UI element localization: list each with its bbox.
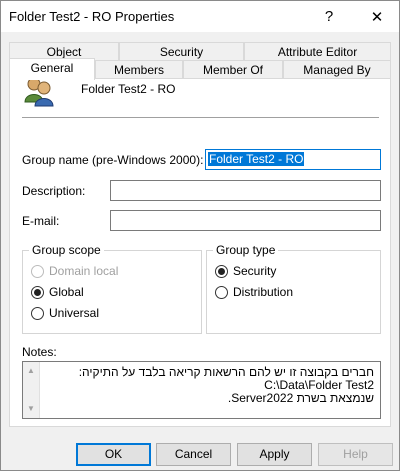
separator <box>22 117 379 118</box>
group-type-title: Group type <box>213 243 279 257</box>
notes-scrollbar[interactable]: ▲ ▼ <box>23 362 40 418</box>
notes-textarea[interactable]: ▲ ▼ חברים בקבוצה זו יש להם הרשאות קריאה … <box>22 361 381 419</box>
scroll-up-icon[interactable]: ▲ <box>27 366 35 375</box>
description-label: Description: <box>22 184 86 198</box>
radio-universal[interactable]: Universal <box>31 305 99 321</box>
cancel-button[interactable]: Cancel <box>156 443 231 466</box>
radio-global[interactable]: Global <box>31 284 84 300</box>
tab-attribute-editor[interactable]: Attribute Editor <box>244 42 391 62</box>
tab-member-of[interactable]: Member Of <box>183 60 283 80</box>
group-scope-title: Group scope <box>29 243 104 257</box>
group-display-name: Folder Test2 - RO <box>81 82 176 96</box>
radio-distribution-label: Distribution <box>233 285 294 299</box>
radio-security-circle[interactable] <box>215 264 228 278</box>
tab-members[interactable]: Members <box>95 60 183 80</box>
close-button[interactable]: ✕ <box>355 1 399 32</box>
email-input[interactable] <box>110 210 381 231</box>
tab-general[interactable]: General <box>9 58 95 80</box>
radio-domain-local-circle[interactable] <box>31 264 44 278</box>
title-bar[interactable]: Folder Test2 - RO Properties ? ✕ <box>1 1 399 32</box>
help-title-button[interactable]: ? <box>307 1 351 32</box>
notes-line-3: שנמצאת בשרת Server2022. <box>227 391 374 405</box>
email-label: E-mail: <box>22 214 60 228</box>
ok-button[interactable]: OK <box>76 443 151 466</box>
notes-content: חברים בקבוצה זו יש להם הרשאות קריאה בלבד… <box>43 366 374 405</box>
radio-global-label: Global <box>49 285 84 299</box>
radio-universal-circle[interactable] <box>31 306 44 320</box>
group-name-value: Folder Test2 - RO <box>208 152 305 166</box>
radio-universal-label: Universal <box>49 306 100 320</box>
radio-global-circle[interactable] <box>31 285 44 299</box>
description-input[interactable] <box>110 180 381 201</box>
radio-domain-local-label: Domain local <box>49 264 119 278</box>
apply-button[interactable]: Apply <box>237 443 312 466</box>
help-button[interactable]: Help <box>318 443 393 466</box>
group-scope-box: Group scope Domain local Global Universa… <box>22 243 202 334</box>
tab-managed-by[interactable]: Managed By <box>283 60 391 80</box>
notes-label: Notes: <box>22 345 57 359</box>
tab-security[interactable]: Security <box>119 42 244 62</box>
radio-distribution-circle[interactable] <box>215 285 228 299</box>
window-title: Folder Test2 - RO Properties <box>9 9 175 24</box>
radio-domain-local[interactable]: Domain local <box>31 263 118 279</box>
radio-security-label: Security <box>233 264 277 278</box>
scroll-down-icon[interactable]: ▼ <box>27 404 35 413</box>
group-name-label: Group name (pre-Windows 2000): <box>22 153 204 167</box>
group-type-box: Group type Security Distribution <box>206 243 381 334</box>
properties-dialog: Folder Test2 - RO Properties ? ✕ Object … <box>0 0 400 471</box>
general-tab-panel: Folder Test2 - RO Group name (pre-Window… <box>9 77 391 427</box>
radio-distribution[interactable]: Distribution <box>215 284 293 300</box>
group-name-input[interactable]: Folder Test2 - RO <box>205 149 381 170</box>
radio-security[interactable]: Security <box>215 263 276 279</box>
dialog-client-area: Object Security Attribute Editor General… <box>1 32 399 470</box>
